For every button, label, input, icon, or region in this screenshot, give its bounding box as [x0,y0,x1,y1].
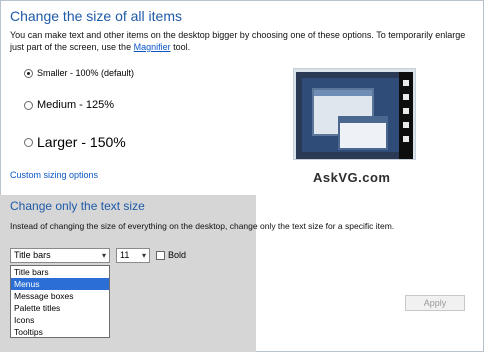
checkbox-indicator[interactable] [156,250,165,260]
section-description: Instead of changing the size of everythi… [10,221,395,231]
taskbar-graphic [399,72,413,159]
option-medium-label: Medium - 125% [37,99,115,111]
watermark-text: AskVG.com [313,170,391,185]
window-graphic [338,116,388,150]
item-select-value: Title bars [14,250,51,260]
display-preview-icon [293,68,416,160]
option-larger-label: Larger - 150% [37,134,126,150]
custom-sizing-link[interactable]: Custom sizing options [10,170,98,180]
apply-button[interactable]: Apply [405,295,465,311]
description-text: You can make text and other items on the… [10,30,466,52]
radio-indicator-checked[interactable] [24,68,33,78]
option-smaller-radio[interactable]: Smaller - 100% (default) [24,68,134,78]
chevron-down-icon[interactable]: ▾ [102,249,106,262]
chevron-down-icon[interactable]: ▾ [142,249,146,262]
dropdown-item-icons[interactable]: Icons [11,314,109,326]
option-medium-radio[interactable]: Medium - 125% [24,99,114,111]
font-size-select[interactable]: 11 ▾ [116,248,150,263]
dropdown-item-menus[interactable]: Menus [11,278,109,290]
screen-graphic [302,78,403,152]
option-smaller-label: Smaller - 100% (default) [37,68,135,78]
dropdown-item-title-bars[interactable]: Title bars [11,266,109,278]
monitor-graphic [296,72,413,159]
page-description: You can make text and other items on the… [10,29,480,53]
section-title: Change only the text size [10,199,145,213]
item-dropdown-list[interactable]: Title bars Menus Message boxes Palette t… [10,265,110,338]
magnifier-link[interactable]: Magnifier [134,42,171,52]
dropdown-item-message-boxes[interactable]: Message boxes [11,290,109,302]
font-size-value: 11 [120,250,130,260]
dropdown-item-tooltips[interactable]: Tooltips [11,326,109,338]
description-text-end: tool. [170,42,191,52]
radio-indicator[interactable] [24,100,33,110]
item-select[interactable]: Title bars ▾ [10,248,110,263]
bold-label: Bold [168,250,187,260]
dropdown-item-palette-titles[interactable]: Palette titles [11,302,109,314]
bold-checkbox[interactable]: Bold [156,250,186,260]
page-title: Change the size of all items [10,8,182,24]
option-larger-radio[interactable]: Larger - 150% [24,134,126,150]
radio-indicator[interactable] [24,137,33,147]
